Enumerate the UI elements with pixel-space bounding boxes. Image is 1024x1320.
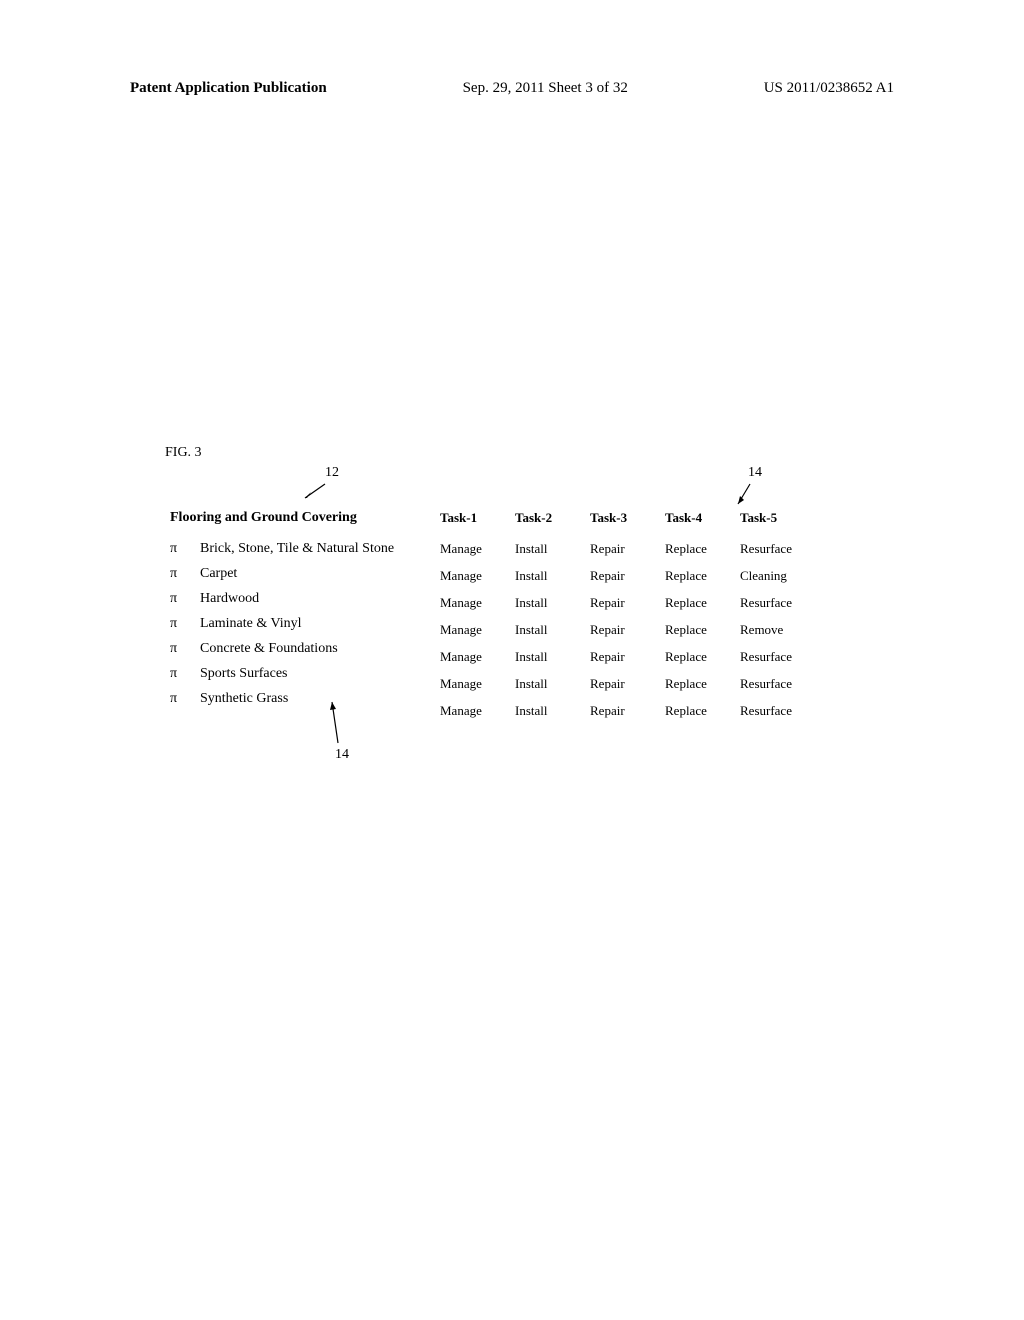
task-value: Cleaning: [740, 568, 820, 586]
pi-marker-icon: π: [170, 616, 200, 632]
task-value: Replace: [665, 703, 732, 721]
task-value: Resurface: [740, 595, 820, 613]
pi-marker-icon: π: [170, 566, 200, 582]
arrow-icon: [300, 482, 330, 500]
category-label: Brick, Stone, Tile & Natural Stone: [200, 541, 440, 557]
category-label: Concrete & Foundations: [200, 641, 440, 657]
task-column-4: Task-4 Replace Replace Replace Replace R…: [665, 510, 740, 730]
reference-numeral-12: 12: [325, 465, 339, 481]
task-value: Remove: [740, 622, 820, 640]
task-value: Replace: [665, 622, 732, 640]
category-label: Synthetic Grass: [200, 691, 440, 707]
task-value: Manage: [440, 649, 507, 667]
list-item: π Carpet: [170, 566, 440, 582]
task-value: Resurface: [740, 703, 820, 721]
pi-marker-icon: π: [170, 666, 200, 682]
list-item: π Sports Surfaces: [170, 666, 440, 682]
task-value: Replace: [665, 568, 732, 586]
category-label: Carpet: [200, 566, 440, 582]
task-value: Install: [515, 568, 582, 586]
task-value: Repair: [590, 541, 657, 559]
task-header: Task-1: [440, 510, 507, 526]
header-publication-type: Patent Application Publication: [130, 80, 327, 97]
task-value: Repair: [590, 703, 657, 721]
pi-marker-icon: π: [170, 691, 200, 707]
task-column-5: Task-5 Resurface Cleaning Resurface Remo…: [740, 510, 828, 730]
task-value: Replace: [665, 649, 732, 667]
task-header: Task-3: [590, 510, 657, 526]
task-value: Install: [515, 541, 582, 559]
pi-marker-icon: π: [170, 641, 200, 657]
category-label: Sports Surfaces: [200, 666, 440, 682]
task-value: Install: [515, 703, 582, 721]
task-value: Repair: [590, 649, 657, 667]
header-date-sheet: Sep. 29, 2011 Sheet 3 of 32: [463, 80, 628, 97]
task-value: Repair: [590, 595, 657, 613]
list-item: π Concrete & Foundations: [170, 641, 440, 657]
task-value: Replace: [665, 595, 732, 613]
task-value: Replace: [665, 541, 732, 559]
task-value: Replace: [665, 676, 732, 694]
task-value: Install: [515, 649, 582, 667]
task-value: Resurface: [740, 676, 820, 694]
task-value: Manage: [440, 541, 507, 559]
task-value: Install: [515, 622, 582, 640]
list-item: π Hardwood: [170, 591, 440, 607]
task-value: Resurface: [740, 541, 820, 559]
task-value: Manage: [440, 568, 507, 586]
task-header: Task-4: [665, 510, 732, 526]
task-value: Repair: [590, 676, 657, 694]
task-value: Install: [515, 676, 582, 694]
task-column-3: Task-3 Repair Repair Repair Repair Repai…: [590, 510, 665, 730]
figure-container: FIG. 3: [165, 445, 924, 469]
category-header: Flooring and Ground Covering: [170, 510, 440, 526]
list-item: π Laminate & Vinyl: [170, 616, 440, 632]
header-patent-number: US 2011/0238652 A1: [764, 80, 894, 97]
list-item: π Brick, Stone, Tile & Natural Stone: [170, 541, 440, 557]
pi-marker-icon: π: [170, 591, 200, 607]
task-header: Task-2: [515, 510, 582, 526]
arrow-icon: [735, 482, 755, 507]
task-column-1: Task-1 Manage Manage Manage Manage Manag…: [440, 510, 515, 730]
category-label: Hardwood: [200, 591, 440, 607]
category-label: Laminate & Vinyl: [200, 616, 440, 632]
task-value: Resurface: [740, 649, 820, 667]
list-item: π Synthetic Grass: [170, 691, 440, 707]
task-value: Manage: [440, 595, 507, 613]
task-value: Repair: [590, 622, 657, 640]
task-header: Task-5: [740, 510, 820, 526]
task-column-2: Task-2 Install Install Install Install I…: [515, 510, 590, 730]
pi-marker-icon: π: [170, 541, 200, 557]
data-table: Flooring and Ground Covering π Brick, St…: [170, 510, 924, 730]
page-header: Patent Application Publication Sep. 29, …: [130, 80, 894, 97]
reference-numeral-14-top: 14: [748, 465, 762, 481]
reference-numeral-14-bottom: 14: [335, 747, 349, 763]
task-value: Install: [515, 595, 582, 613]
figure-content: Flooring and Ground Covering π Brick, St…: [170, 510, 924, 730]
task-value: Repair: [590, 568, 657, 586]
task-value: Manage: [440, 676, 507, 694]
figure-label: FIG. 3: [165, 445, 924, 461]
task-value: Manage: [440, 703, 507, 721]
category-column: Flooring and Ground Covering π Brick, St…: [170, 510, 440, 730]
task-value: Manage: [440, 622, 507, 640]
